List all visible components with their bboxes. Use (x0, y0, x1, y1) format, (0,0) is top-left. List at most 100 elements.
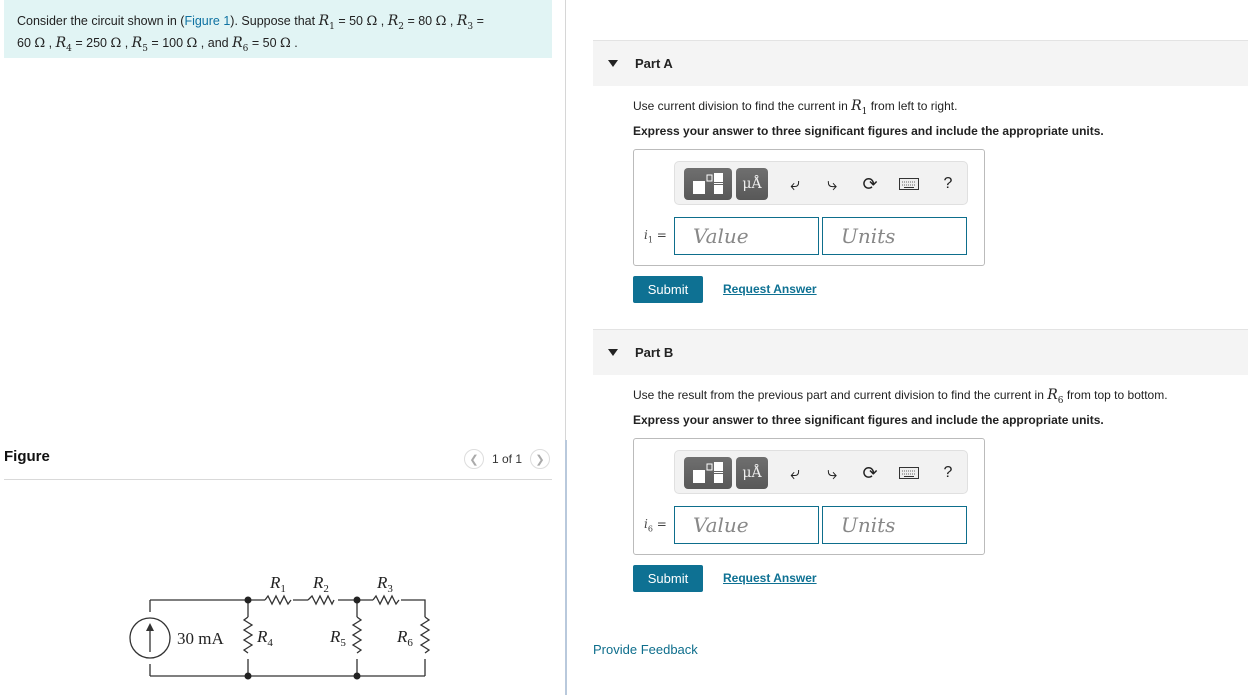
problem-statement: Consider the circuit shown in (Figure 1)… (4, 0, 552, 58)
units-button[interactable]: μÅ (736, 457, 768, 489)
figure-header: Figure ❮ 1 of 1 ❯ (4, 446, 552, 480)
r5-value: 100 (162, 35, 184, 50)
templates-icon (693, 173, 723, 194)
figure-title: Figure (4, 448, 50, 465)
label-r2: R2 (312, 573, 329, 595)
var-r6: R6 (232, 34, 249, 54)
pager-text: 1 of 1 (491, 452, 522, 466)
part-b-submit-button[interactable]: Submit (633, 565, 703, 592)
part-a-instruction: Use current division to find the current… (633, 98, 958, 117)
resistor-r1 (264, 594, 292, 606)
part-a-value-input[interactable]: Value (674, 217, 819, 255)
node (244, 596, 252, 604)
part-a-request-answer-link[interactable]: Request Answer (723, 282, 817, 296)
help-icon: ? (943, 464, 953, 481)
units-button[interactable]: μÅ (736, 168, 768, 200)
part-a-submit-button[interactable]: Submit (633, 276, 703, 303)
help-button[interactable]: ? (935, 172, 961, 196)
units-icon: μÅ (742, 176, 762, 192)
pane-resize-handle[interactable] (565, 440, 567, 695)
keyboard-button[interactable] (896, 461, 922, 485)
collapse-triangle-icon (608, 60, 618, 67)
ohm-unit: Ω (366, 14, 378, 29)
left-pane: Consider the circuit shown in (Figure 1)… (0, 0, 566, 695)
r4-value: 250 (86, 35, 107, 50)
redo-icon: ⤷ (826, 462, 838, 483)
node (353, 596, 361, 604)
redo-button[interactable]: ⤷ (819, 172, 845, 196)
node (244, 672, 252, 680)
part-b-math-toolbar: μÅ ⤶ ⤷ ⟳ ? (674, 450, 968, 494)
r1-value: 50 (349, 14, 363, 28)
help-icon: ? (943, 175, 953, 192)
undo-button[interactable]: ⤶ (782, 172, 808, 196)
ohm-unit: Ω (110, 35, 122, 51)
part-b-title: Part B (635, 345, 674, 360)
ohm-unit: Ω (34, 35, 46, 51)
keyboard-button[interactable] (896, 172, 922, 196)
resistor-r5 (351, 616, 363, 654)
redo-button[interactable]: ⤷ (819, 461, 845, 485)
var-r2: R2 (387, 13, 404, 32)
keyboard-icon (899, 467, 919, 479)
part-a-units-input[interactable]: Units (822, 217, 967, 255)
part-a-math-toolbar: μÅ ⤶ ⤷ ⟳ ? (674, 161, 968, 205)
source-label: 30 mA (177, 629, 224, 648)
reset-button[interactable]: ⟳ (857, 461, 883, 485)
part-b-units-input[interactable]: Units (822, 506, 967, 544)
part-a-header[interactable]: Part A (593, 40, 1248, 86)
part-a-title: Part A (635, 56, 673, 71)
units-icon: μÅ (742, 465, 762, 481)
arrow-up-icon (146, 623, 154, 631)
label-r5: R5 (329, 627, 346, 649)
undo-button[interactable]: ⤶ (782, 461, 808, 485)
undo-icon: ⤶ (789, 173, 801, 194)
var-r4: R4 (55, 34, 72, 54)
resistor-r2 (307, 594, 335, 606)
var-r1: R1 (318, 13, 335, 32)
circuit-diagram: 30 mA R1 R2 R3 R4 R5 R6 (129, 573, 431, 680)
collapse-triangle-icon (608, 349, 618, 356)
resistor-r6 (419, 616, 431, 654)
figure-pager: ❮ 1 of 1 ❯ (463, 449, 550, 469)
r3-value: 60 (17, 35, 31, 50)
chevron-right-icon: ❯ (535, 453, 545, 466)
resistor-r3 (372, 594, 400, 606)
label-r3: R3 (376, 573, 393, 595)
node (353, 672, 361, 680)
redo-icon: ⤷ (826, 173, 838, 194)
chevron-left-icon: ❮ (469, 453, 479, 466)
next-figure-button[interactable]: ❯ (530, 449, 550, 469)
keyboard-icon (899, 178, 919, 190)
label-r4: R4 (256, 627, 273, 649)
part-b-header[interactable]: Part B (593, 329, 1248, 375)
part-b-value-input[interactable]: Value (674, 506, 819, 544)
ohm-unit: Ω (280, 35, 291, 51)
resistor-r4 (242, 616, 254, 654)
r6-value: 50 (262, 35, 277, 50)
r2-value: 80 (418, 14, 433, 28)
part-a-express-hint: Express your answer to three significant… (633, 124, 1104, 138)
help-button[interactable]: ? (935, 461, 961, 485)
part-b-answer-box: μÅ ⤶ ⤷ ⟳ ? i6 = Value Units (633, 438, 985, 555)
part-a-answer-box: μÅ ⤶ ⤷ ⟳ ? i1 = Value Units (633, 149, 985, 266)
var-r3: R3 (456, 13, 474, 32)
label-r1: R1 (269, 573, 286, 595)
templates-icon (693, 462, 723, 483)
reset-icon: ⟳ (862, 173, 878, 194)
problem-intro: Consider the circuit shown in ( (17, 14, 185, 28)
var-r5: R5 (131, 34, 148, 54)
figure-link[interactable]: Figure 1 (184, 14, 230, 28)
ohm-unit: Ω (186, 35, 198, 51)
part-b-request-answer-link[interactable]: Request Answer (723, 571, 817, 585)
answer-label-i1: i1 = (644, 228, 667, 245)
reset-icon: ⟳ (862, 462, 878, 483)
prev-figure-button[interactable]: ❮ (463, 449, 484, 469)
wire-right-top (357, 599, 426, 676)
templates-button[interactable] (684, 457, 732, 489)
ohm-unit: Ω (435, 14, 447, 29)
provide-feedback-link[interactable]: Provide Feedback (593, 642, 698, 657)
templates-button[interactable] (684, 168, 732, 200)
reset-button[interactable]: ⟳ (857, 172, 883, 196)
label-r6: R6 (396, 627, 413, 649)
